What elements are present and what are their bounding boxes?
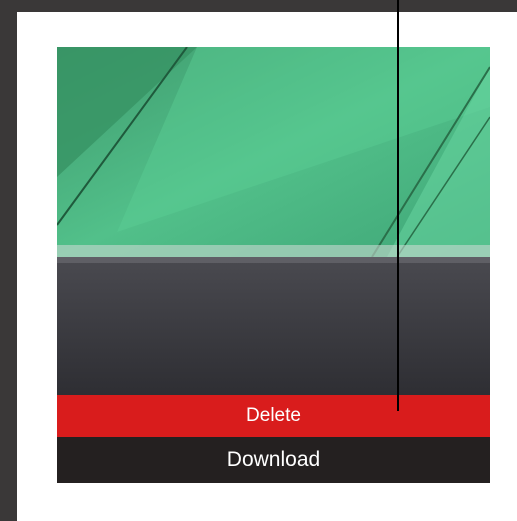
download-button[interactable]: Download: [57, 437, 490, 483]
photo-thumbnail[interactable]: [57, 47, 490, 395]
photo-tile: Delete Download: [57, 47, 490, 483]
screen: Delete Download: [0, 0, 517, 521]
delete-label: Delete: [246, 405, 301, 426]
delete-button[interactable]: Delete: [57, 395, 490, 437]
download-label: Download: [226, 448, 321, 471]
image-card: Delete Download: [17, 12, 517, 521]
cursor-guide-line: [397, 0, 399, 411]
